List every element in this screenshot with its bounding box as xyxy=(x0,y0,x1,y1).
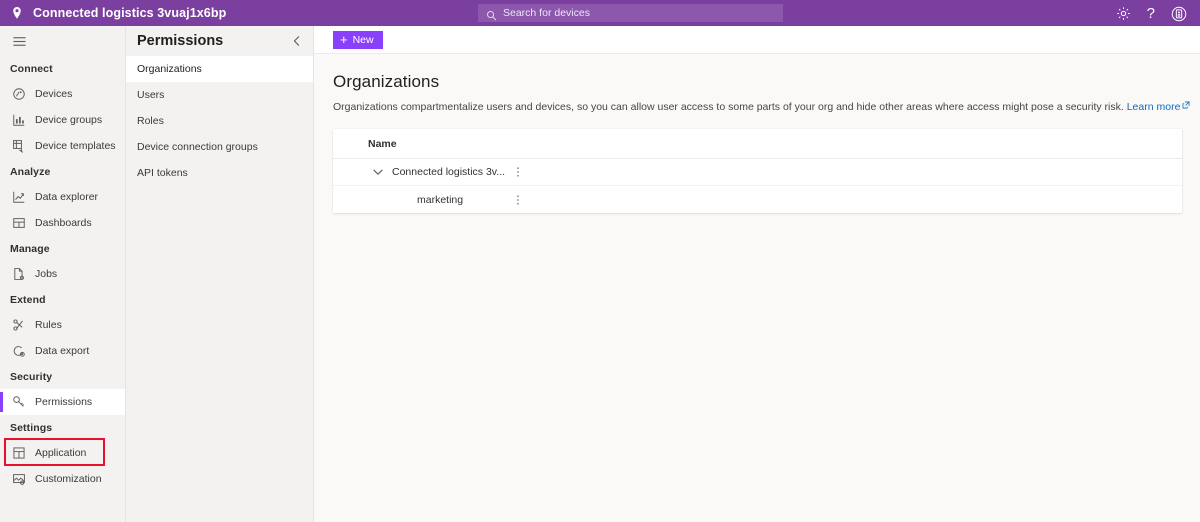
sidebar-item-label: Dashboards xyxy=(35,217,92,229)
sidebar-item-data-explorer[interactable]: Data explorer xyxy=(0,184,125,210)
search-input[interactable]: Search for devices xyxy=(478,4,783,22)
sidebar-item-customization[interactable]: Customization xyxy=(0,466,125,492)
table-cell-name: marketing xyxy=(417,193,464,206)
subnav-item-roles[interactable]: Roles xyxy=(126,108,313,134)
sidebar-item-label: Device templates xyxy=(35,140,116,152)
subnav-item-label: Users xyxy=(137,89,165,101)
rules-icon xyxy=(12,318,26,332)
sidebar-item-dashboards[interactable]: Dashboards xyxy=(0,210,125,236)
jobs-document-icon xyxy=(12,267,26,281)
more-vertical-icon[interactable] xyxy=(516,165,520,179)
subnav-item-label: Roles xyxy=(137,115,164,127)
nav-group-security: Security xyxy=(10,371,53,383)
page-description-text: Organizations compartmentalize users and… xyxy=(333,101,1124,113)
search-icon xyxy=(486,8,497,20)
app-title: Connected logistics 3vuaj1x6bp xyxy=(33,6,227,20)
new-button[interactable]: + New xyxy=(333,30,383,49)
chevron-down-icon[interactable] xyxy=(371,165,385,179)
sidebar-item-device-templates[interactable]: Device templates xyxy=(0,133,125,159)
sidebar-item-label: Jobs xyxy=(35,268,58,280)
top-bar-actions: ? xyxy=(1116,0,1194,26)
subnav-item-users[interactable]: Users xyxy=(126,82,313,108)
data-export-icon xyxy=(12,344,26,358)
page-title: Organizations xyxy=(333,72,440,91)
search-placeholder: Search for devices xyxy=(503,7,590,19)
permissions-key-icon xyxy=(12,395,26,409)
permissions-panel-header: Permissions xyxy=(126,26,313,56)
sidebar-item-device-groups[interactable]: Device groups xyxy=(0,107,125,133)
help-icon[interactable]: ? xyxy=(1147,6,1155,21)
customization-image-icon xyxy=(12,472,26,486)
subnav-item-label: API tokens xyxy=(137,167,188,179)
table-cell-name: Connected logistics 3v... xyxy=(392,166,506,178)
learn-more-label: Learn more xyxy=(1126,101,1181,113)
sidebar-item-label: Data explorer xyxy=(35,191,99,203)
app-brand[interactable]: Connected logistics 3vuaj1x6bp xyxy=(0,6,300,20)
more-vertical-icon[interactable] xyxy=(516,193,520,207)
chevron-left-icon[interactable] xyxy=(291,35,303,47)
main-content: + New Organizations Organizations compar… xyxy=(314,26,1200,522)
organizations-table: Name Connected logistics 3v... marketing xyxy=(333,129,1182,213)
sidebar-item-data-export[interactable]: Data export xyxy=(0,338,125,364)
nav-group-extend: Extend xyxy=(10,294,46,306)
sidebar-item-label: Device groups xyxy=(35,114,103,126)
sidebar-item-devices[interactable]: Devices xyxy=(0,81,125,107)
subnav-item-api-tokens[interactable]: API tokens xyxy=(126,160,313,186)
nav-group-manage: Manage xyxy=(10,243,50,255)
sidebar-item-label: Application xyxy=(35,447,87,459)
gear-icon[interactable] xyxy=(1116,6,1131,21)
table-header-row: Name xyxy=(333,129,1182,159)
sidebar-item-label: Data export xyxy=(35,345,90,357)
app-root: Connected logistics 3vuaj1x6bp Search fo… xyxy=(0,0,1200,522)
subnav-item-label: Organizations xyxy=(137,63,202,75)
top-bar: Connected logistics 3vuaj1x6bp Search fo… xyxy=(0,0,1200,26)
sidebar-item-label: Permissions xyxy=(35,396,93,408)
subnav-item-organizations[interactable]: Organizations xyxy=(126,56,313,82)
subnav-item-device-connection-groups[interactable]: Device connection groups xyxy=(126,134,313,160)
devices-icon xyxy=(12,87,26,101)
table-row[interactable]: Connected logistics 3v... xyxy=(333,159,1182,186)
new-button-label: New xyxy=(352,33,374,46)
permissions-panel: Permissions Organizations Users Roles De… xyxy=(126,26,314,522)
application-layout-icon xyxy=(12,446,26,460)
sidebar-item-jobs[interactable]: Jobs xyxy=(0,261,125,287)
main-body: Organizations Organizations compartmenta… xyxy=(314,54,1200,213)
subnav-item-label: Device connection groups xyxy=(137,141,258,153)
account-avatar-icon[interactable] xyxy=(1171,6,1187,21)
sidebar-item-label: Rules xyxy=(35,319,62,331)
command-bar: + New xyxy=(314,26,1200,54)
page-description: Organizations compartmentalize users and… xyxy=(333,100,1200,114)
nav-group-connect: Connect xyxy=(10,63,53,75)
hamburger-menu-icon[interactable] xyxy=(0,26,126,56)
column-header-name: Name xyxy=(368,137,397,150)
left-navigation: Connect Devices Device groups Device tem… xyxy=(0,26,126,522)
line-chart-icon xyxy=(12,190,26,204)
plus-icon: + xyxy=(340,32,348,47)
sidebar-item-application[interactable]: Application xyxy=(0,440,125,466)
learn-more-link[interactable]: Learn more xyxy=(1127,101,1181,113)
dashboard-grid-icon xyxy=(12,216,26,230)
nav-group-settings: Settings xyxy=(10,422,53,434)
device-templates-icon xyxy=(12,139,26,153)
nav-group-analyze: Analyze xyxy=(10,166,51,178)
sidebar-item-permissions[interactable]: Permissions xyxy=(0,389,125,415)
sidebar-item-rules[interactable]: Rules xyxy=(0,312,125,338)
table-row[interactable]: marketing xyxy=(333,186,1182,213)
external-link-icon xyxy=(1182,101,1190,109)
sidebar-item-label: Customization xyxy=(35,473,102,485)
device-groups-icon xyxy=(12,113,26,127)
location-pin-icon xyxy=(10,6,24,20)
permissions-panel-title: Permissions xyxy=(137,33,224,49)
sidebar-item-label: Devices xyxy=(35,88,73,100)
